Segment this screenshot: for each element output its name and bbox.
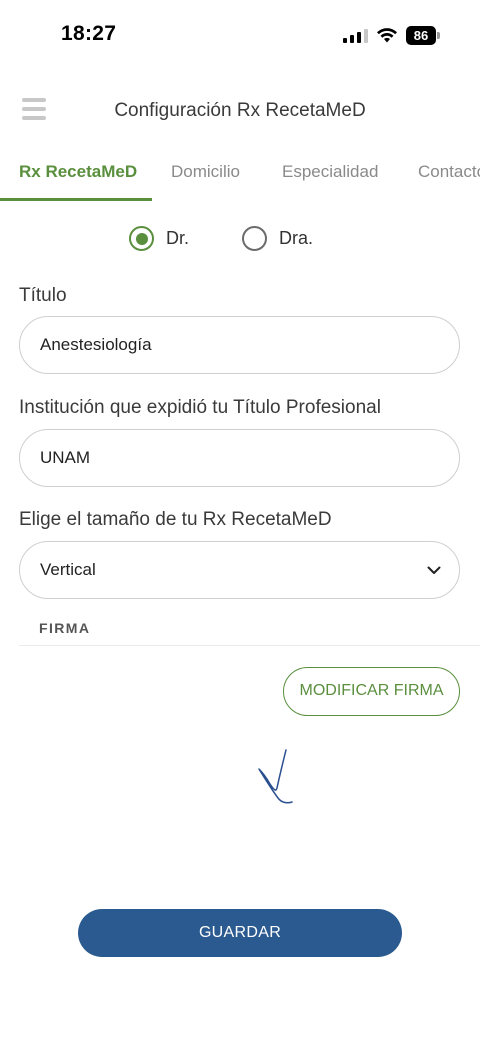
tamano-label: Elige el tamaño de tu Rx RecetaMeD — [19, 509, 332, 530]
titulo-label: Título — [19, 285, 67, 306]
firma-section-title: FIRMA — [39, 620, 91, 636]
save-button[interactable]: GUARDAR — [78, 909, 402, 957]
tab-rx-recetamed[interactable]: Rx RecetaMeD — [19, 162, 137, 182]
page-title: Configuración Rx RecetaMeD — [114, 100, 366, 121]
signal-icon — [343, 29, 368, 43]
tab-contacto[interactable]: Contacto — [418, 162, 480, 182]
radio-dra[interactable]: Dra. — [242, 226, 313, 251]
tab-bar: Rx RecetaMeD Domicilio Especialidad Cont… — [0, 150, 480, 202]
status-bar: 18:27 86 — [0, 0, 480, 72]
radio-checked-icon — [129, 226, 154, 251]
radio-dra-label: Dra. — [279, 228, 314, 248]
institucion-input[interactable]: UNAM — [19, 429, 460, 487]
modify-signature-button[interactable]: MODIFICAR FIRMA — [283, 667, 460, 716]
radio-dr-label: Dr. — [166, 228, 190, 248]
battery-icon: 86 — [406, 26, 436, 45]
tab-especialidad[interactable]: Especialidad — [282, 162, 378, 182]
wifi-icon — [377, 28, 397, 43]
chevron-down-icon — [427, 566, 441, 574]
status-time: 18:27 — [61, 22, 117, 45]
active-tab-indicator — [0, 198, 152, 201]
signature-image — [258, 749, 293, 804]
divider — [19, 645, 480, 646]
radio-unchecked-icon — [242, 226, 267, 251]
gender-radio-group: Dr. Dra. — [0, 226, 480, 256]
tab-domicilio[interactable]: Domicilio — [171, 162, 240, 182]
titulo-input[interactable]: Anestesiología — [19, 316, 460, 374]
tamano-select[interactable]: Vertical — [19, 541, 460, 599]
radio-dr[interactable]: Dr. — [129, 226, 189, 251]
institucion-label: Institución que expidió tu Título Profes… — [19, 397, 381, 418]
tamano-select-value: Vertical — [40, 560, 96, 579]
battery-cap — [437, 32, 440, 39]
